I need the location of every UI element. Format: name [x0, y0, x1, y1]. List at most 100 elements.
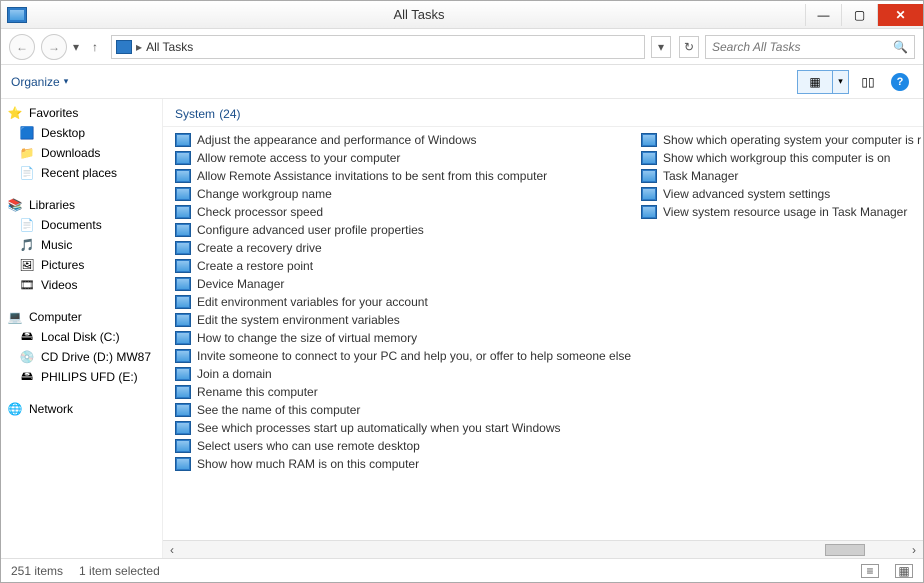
favorites-item-icon: 🟦 [19, 125, 35, 141]
nav-bar: ← → ▾ ↑ ▸ All Tasks ▾ ↻ 🔍 [1, 29, 923, 65]
back-button[interactable]: ← [9, 34, 35, 60]
sidebar-item-favorites-0[interactable]: 🟦Desktop [1, 123, 162, 143]
horizontal-scrollbar[interactable]: ‹ › [163, 540, 923, 558]
title-bar: All Tasks — ▢ ✕ [1, 1, 923, 29]
refresh-button[interactable]: ↻ [679, 36, 699, 58]
breadcrumb[interactable]: All Tasks [146, 40, 640, 54]
task-label: Invite someone to connect to your PC and… [197, 349, 631, 363]
sidebar-item-computer-1[interactable]: 💿CD Drive (D:) MW87 [1, 347, 162, 367]
control-panel-icon [641, 205, 657, 219]
task-item[interactable]: Invite someone to connect to your PC and… [163, 347, 629, 365]
control-panel-icon [175, 367, 191, 381]
task-item[interactable]: Change workgroup name [163, 185, 629, 203]
sidebar-item-libraries-0[interactable]: 📄Documents [1, 215, 162, 235]
task-label: Task Manager [663, 169, 738, 183]
address-icon [116, 40, 132, 54]
search-box[interactable]: 🔍 [705, 35, 915, 59]
control-panel-icon [175, 241, 191, 255]
task-item[interactable]: Create a restore point [163, 257, 629, 275]
sidebar-item-favorites-2[interactable]: 📄Recent places [1, 163, 162, 183]
help-button[interactable]: ? [887, 70, 913, 94]
task-label: Join a domain [197, 367, 272, 381]
task-label: Check processor speed [197, 205, 323, 219]
scroll-left-icon[interactable]: ‹ [163, 543, 181, 557]
sidebar-computer-header[interactable]: 💻Computer [1, 307, 162, 327]
sidebar-item-favorites-1[interactable]: 📁Downloads [1, 143, 162, 163]
maximize-button[interactable]: ▢ [841, 4, 877, 26]
details-view-button[interactable]: ≡ [861, 564, 879, 578]
control-panel-icon [175, 331, 191, 345]
scroll-right-icon[interactable]: › [905, 543, 923, 557]
task-column-2: Show which operating system your compute… [629, 131, 923, 536]
organize-menu[interactable]: Organize ▾ [11, 75, 68, 89]
sidebar-item-label: Music [41, 238, 72, 252]
task-item[interactable]: Edit the system environment variables [163, 311, 629, 329]
task-item[interactable]: Join a domain [163, 365, 629, 383]
minimize-button[interactable]: — [805, 4, 841, 26]
task-item[interactable]: Edit environment variables for your acco… [163, 293, 629, 311]
organize-label: Organize [11, 75, 60, 89]
chevron-down-icon: ▾ [64, 76, 69, 87]
task-item[interactable]: Configure advanced user profile properti… [163, 221, 629, 239]
category-header[interactable]: System (24) [163, 99, 923, 127]
task-item[interactable]: Show which workgroup this computer is on [629, 149, 923, 167]
search-icon[interactable]: 🔍 [893, 40, 908, 54]
task-label: Allow Remote Assistance invitations to b… [197, 169, 547, 183]
control-panel-icon [175, 187, 191, 201]
close-button[interactable]: ✕ [877, 4, 923, 26]
search-input[interactable] [712, 40, 893, 54]
task-item[interactable]: Check processor speed [163, 203, 629, 221]
preview-pane-button[interactable]: ▯▯ [855, 70, 881, 94]
libraries-item-icon: 🖼 [19, 257, 35, 273]
window-title: All Tasks [33, 7, 805, 22]
icons-view-button[interactable]: ▦ [895, 564, 913, 578]
task-label: Device Manager [197, 277, 284, 291]
task-item[interactable]: Device Manager [163, 275, 629, 293]
task-item[interactable]: Allow Remote Assistance invitations to b… [163, 167, 629, 185]
view-button[interactable]: ▦ [797, 70, 833, 94]
up-button[interactable]: ↑ [85, 37, 105, 57]
navigation-pane: ⭐Favorites 🟦Desktop📁Downloads📄Recent pla… [1, 99, 163, 558]
address-drop[interactable]: ▾ [651, 36, 671, 58]
sidebar-network-header[interactable]: 🌐Network [1, 399, 162, 419]
status-selection: 1 item selected [79, 564, 160, 578]
libraries-item-icon: 🎵 [19, 237, 35, 253]
task-item[interactable]: View advanced system settings [629, 185, 923, 203]
task-item[interactable]: Allow remote access to your computer [163, 149, 629, 167]
sidebar-item-libraries-1[interactable]: 🎵 Music [1, 235, 162, 255]
breadcrumb-sep: ▸ [136, 40, 142, 54]
control-panel-icon [175, 133, 191, 147]
task-item[interactable]: Show how much RAM is on this computer [163, 455, 629, 473]
category-name: System [175, 107, 215, 121]
star-icon: ⭐ [7, 105, 23, 121]
task-item[interactable]: See which processes start up automatical… [163, 419, 629, 437]
address-bar[interactable]: ▸ All Tasks [111, 35, 645, 59]
sidebar-item-computer-2[interactable]: 🖴PHILIPS UFD (E:) [1, 367, 162, 387]
task-item[interactable]: Rename this computer [163, 383, 629, 401]
scroll-track[interactable] [181, 543, 905, 557]
sidebar-item-label: PHILIPS UFD (E:) [41, 370, 138, 384]
sidebar-item-libraries-2[interactable]: 🖼 Pictures [1, 255, 162, 275]
task-item[interactable]: Show which operating system your compute… [629, 131, 923, 149]
task-item[interactable]: Select users who can use remote desktop [163, 437, 629, 455]
app-icon [7, 7, 27, 23]
task-item[interactable]: View system resource usage in Task Manag… [629, 203, 923, 221]
sidebar-libraries-header[interactable]: 📚Libraries [1, 195, 162, 215]
view-drop[interactable]: ▾ [833, 70, 849, 94]
task-label: Edit the system environment variables [197, 313, 400, 327]
task-item[interactable]: See the name of this computer [163, 401, 629, 419]
forward-button[interactable]: → [41, 34, 67, 60]
task-item[interactable]: Create a recovery drive [163, 239, 629, 257]
task-label: See the name of this computer [197, 403, 360, 417]
sidebar-item-computer-0[interactable]: 🖴Local Disk (C:) [1, 327, 162, 347]
scroll-thumb[interactable] [825, 544, 865, 556]
sidebar-item-label: Pictures [41, 258, 84, 272]
control-panel-icon [175, 295, 191, 309]
sidebar-favorites-header[interactable]: ⭐Favorites [1, 103, 162, 123]
task-item[interactable]: Task Manager [629, 167, 923, 185]
recent-locations-drop[interactable]: ▾ [73, 40, 79, 54]
task-item[interactable]: How to change the size of virtual memory [163, 329, 629, 347]
sidebar-item-libraries-3[interactable]: 🎞Videos [1, 275, 162, 295]
task-item[interactable]: Adjust the appearance and performance of… [163, 131, 629, 149]
control-panel-icon [175, 223, 191, 237]
